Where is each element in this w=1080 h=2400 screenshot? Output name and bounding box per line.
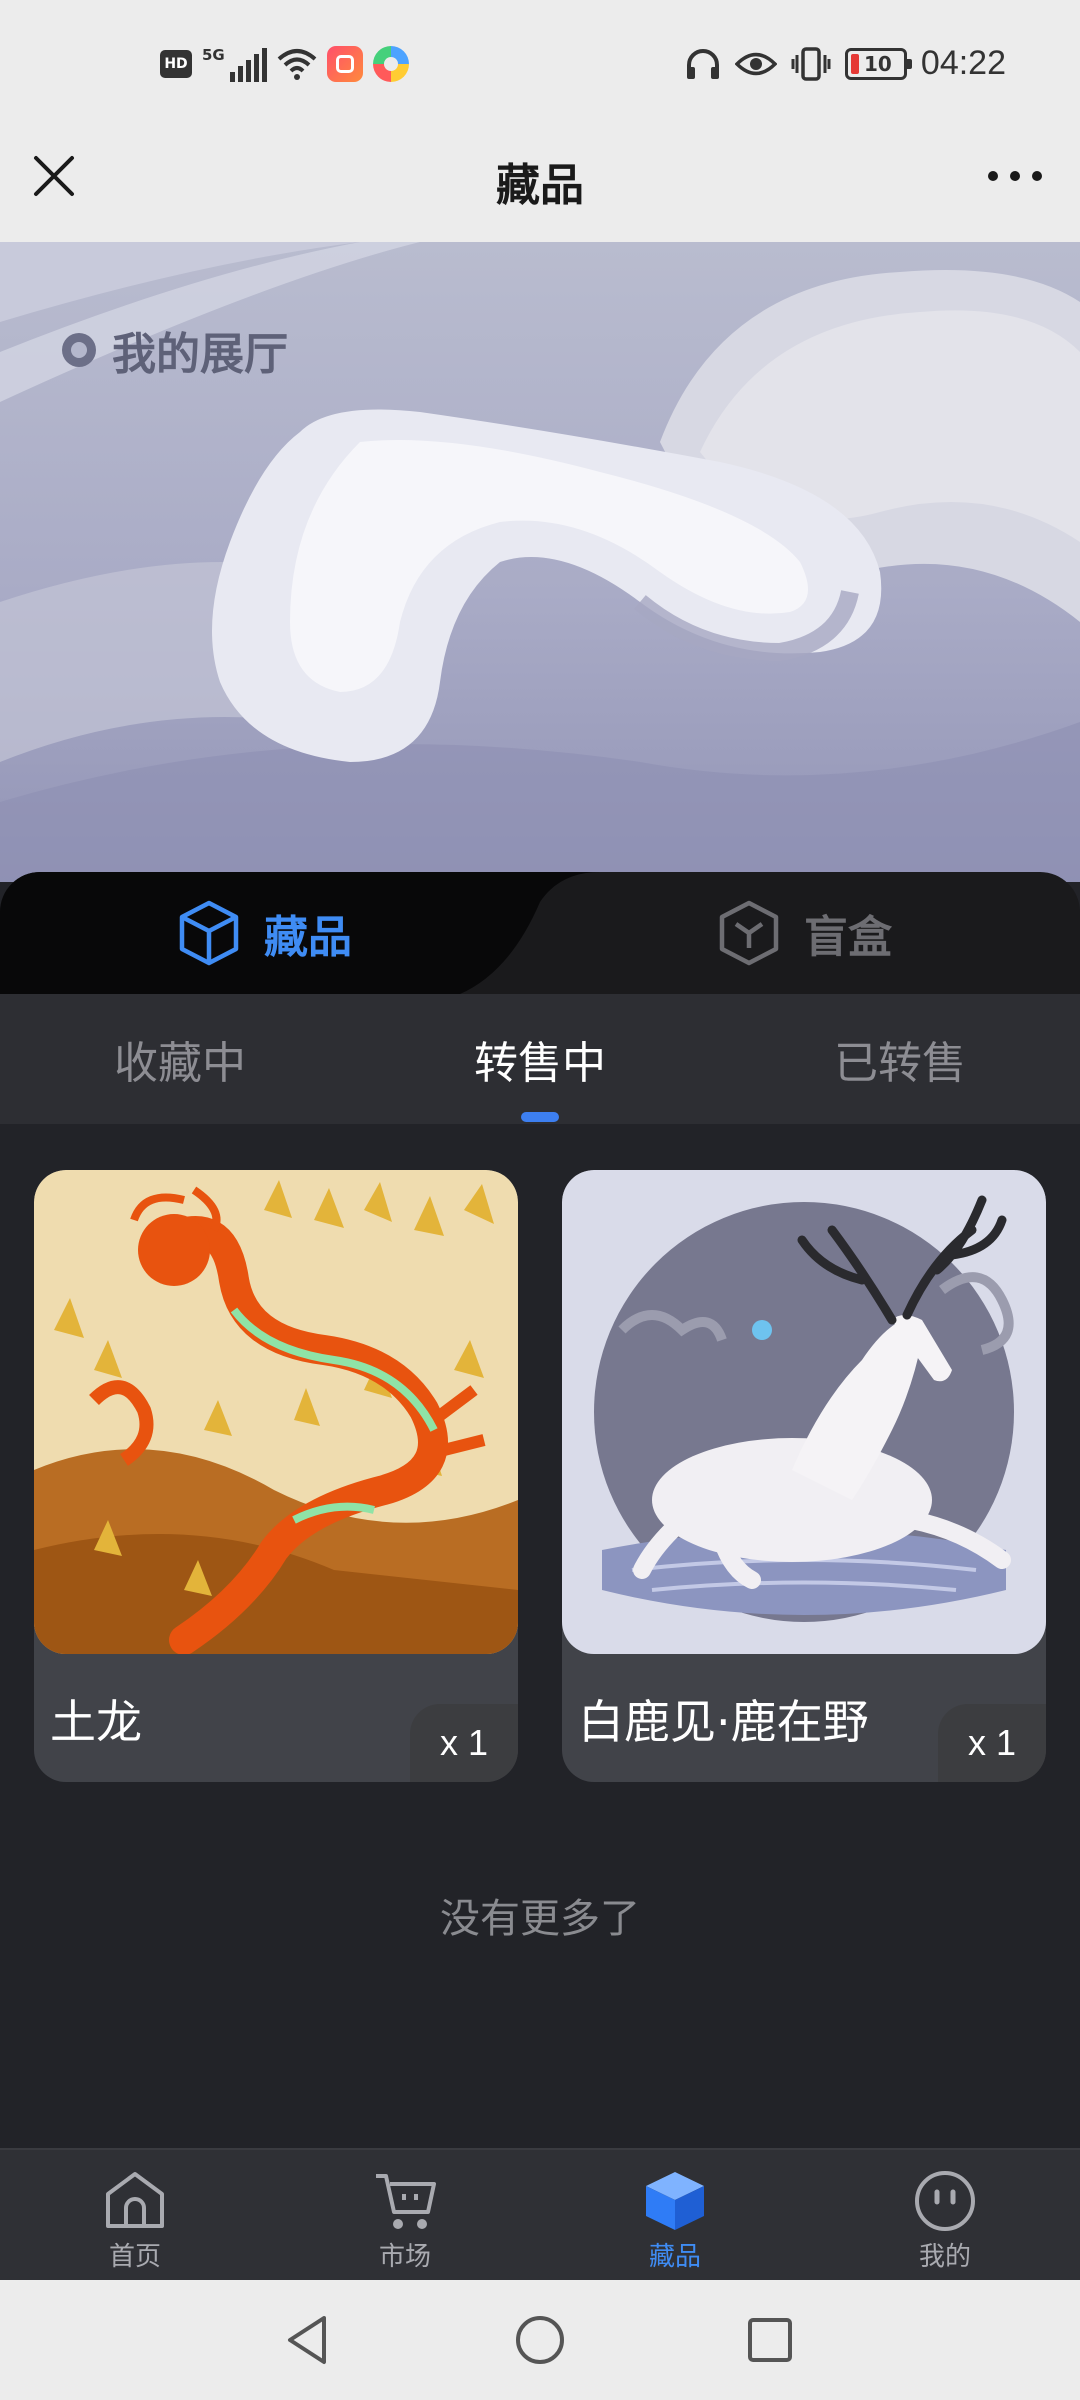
page-title: 藏品 [496,160,584,211]
wifi-icon [277,49,317,80]
headphones-icon [686,48,719,79]
nav-profile-label: 我的 [918,2242,971,2272]
nav-market-label: 市场 [378,2242,431,2272]
collection-card[interactable]: x 1 白鹿见·鹿在野 [562,1170,1046,1782]
tab-collection-label: 藏品 [264,912,352,963]
system-navigation-bar [0,2280,1080,2400]
profile-icon [915,2171,975,2231]
app-notification-icon [327,46,363,82]
battery-icon: 10 [844,47,912,80]
gallery-dot-icon [62,333,96,367]
hd-label: HD [164,56,188,72]
box-icon [719,900,779,966]
signal-5g-icon: 5G [202,46,267,82]
status-left: HD 5G [160,46,409,82]
white-deer-artwork [562,1170,1046,1654]
nav-profile[interactable]: 我的 [810,2150,1080,2282]
home-icon [106,2172,164,2228]
app-notification-icon [373,46,409,82]
eye-comfort-icon [734,52,777,75]
hero-banner[interactable]: 我的展厅 [0,242,1080,882]
nav-market[interactable]: 市场 [270,2150,540,2282]
status-right: 10 04:22 [685,44,1006,83]
home-circle-icon[interactable] [510,2310,570,2370]
item-name: 白鹿见·鹿在野 [578,1695,869,1749]
collection-box-icon [646,2172,704,2230]
tab-reselling[interactable]: 转售中 [360,994,720,1124]
more-icon[interactable] [988,165,1042,187]
nav-home[interactable]: 首页 [0,2150,270,2282]
main-tabs: 藏品 盲盒 [0,872,1080,994]
tab-blind-box-label: 盲盒 [804,912,892,963]
quantity-badge: x 1 [938,1704,1046,1782]
battery-level: 10 [863,51,892,76]
my-gallery-link[interactable]: 我的展厅 [62,318,288,382]
collection-grid: x 1 土龙 x 1 白鹿见·鹿在野 [34,1170,1046,1782]
back-icon[interactable] [278,2310,338,2370]
item-name: 土龙 [50,1695,142,1749]
tab-resold[interactable]: 已转售 [720,994,1080,1124]
cart-icon [376,2174,436,2229]
recents-icon[interactable] [740,2310,800,2370]
top-header: 藏品 [0,115,1080,242]
quantity-badge: x 1 [410,1704,518,1782]
hd-icon: HD [160,50,192,78]
active-tab-indicator [521,1112,559,1122]
collection-card[interactable]: x 1 土龙 [34,1170,518,1782]
nav-collection[interactable]: 藏品 [540,2150,810,2282]
nav-home-label: 首页 [108,2242,161,2272]
clock: 04:22 [920,44,1006,82]
dragon-artwork [34,1170,518,1654]
sub-tabs: 收藏中 转售中 已转售 [0,994,1080,1124]
tab-blind-box[interactable]: 盲盒 [718,872,892,994]
cube-icon [179,900,239,966]
nav-collection-label: 藏品 [648,2242,701,2272]
bottom-nav: 首页 市场 藏品 我的 [0,2148,1080,2280]
vibrate-icon [791,46,831,81]
no-more-text: 没有更多了 [440,1896,640,1942]
network-label: 5G [202,46,225,64]
tab-collecting[interactable]: 收藏中 [0,994,360,1124]
tab-collection[interactable]: 藏品 [178,872,352,994]
gallery-label: 我的展厅 [112,329,288,380]
